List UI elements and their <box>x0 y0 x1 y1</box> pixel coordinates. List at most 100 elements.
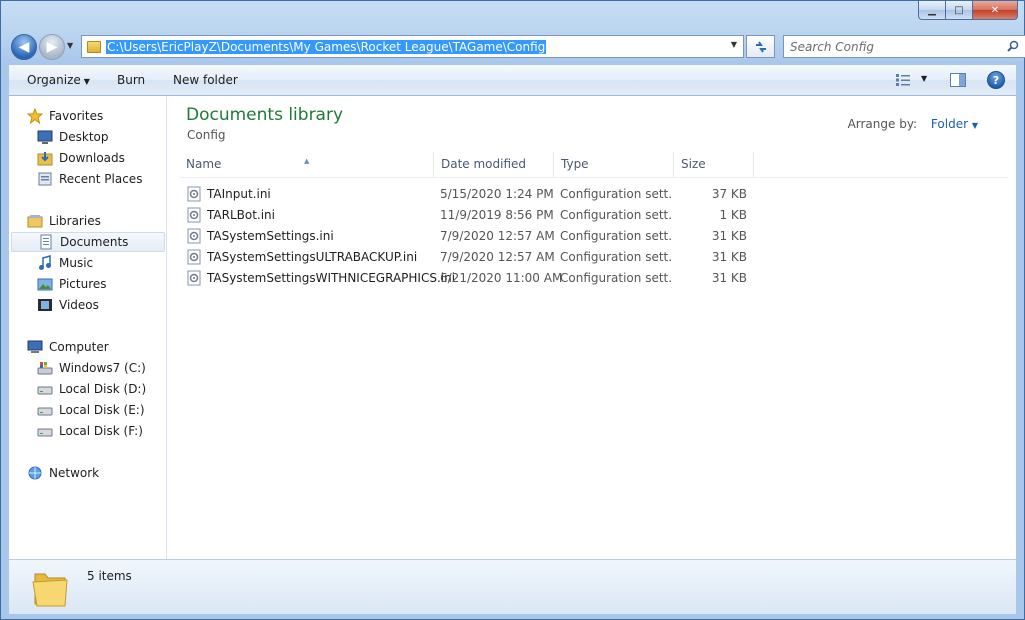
arrange-by-dropdown[interactable]: Folder ▼ <box>931 117 978 131</box>
help-button[interactable]: ? <box>987 71 1005 89</box>
address-dropdown-icon[interactable]: ▼ <box>731 40 737 49</box>
file-list-pane: Documents library Config Arrange by: Fol… <box>168 96 1016 559</box>
file-row[interactable]: TASystemSettings.ini 7/9/2020 12:57 AM Con… <box>179 225 1008 246</box>
file-date: 7/9/2020 12:57 AM <box>440 228 555 243</box>
view-options-dropdown[interactable]: ▼ <box>921 74 927 83</box>
forward-button[interactable]: ▶ <box>39 34 65 60</box>
caption-buttons: ▁ □ ✕ <box>918 1 1018 20</box>
file-size: 37 KB <box>711 186 747 201</box>
music-icon <box>37 255 53 271</box>
sidebar-item-network[interactable]: Network <box>27 463 99 483</box>
sidebar-item-desktop[interactable]: Desktop <box>37 127 109 147</box>
library-subtitle: Config <box>187 128 226 142</box>
sidebar-item-libraries[interactable]: Libraries <box>27 211 101 231</box>
sidebar-item-favorites[interactable]: Favorites <box>27 106 103 126</box>
sidebar-item-label: Music <box>59 256 94 270</box>
sidebar-item-local-disk-e[interactable]: Local Disk (E:) <box>37 400 145 420</box>
desktop-icon <box>37 129 53 145</box>
navigation-pane: Favorites Desktop Downloads Recent Places Li… <box>9 96 167 559</box>
column-header-size[interactable]: Size <box>674 152 754 178</box>
navigation-bar: ◀ ▶ ▼ C:\Users\EricPlayZ\Documents\My Ga… <box>9 32 1025 62</box>
recent-pages-dropdown[interactable]: ▼ <box>67 41 73 50</box>
sidebar-item-label: Network <box>49 466 100 480</box>
file-name-cell: TARLBot.ini <box>186 207 275 223</box>
minimize-button[interactable]: ▁ <box>918 1 945 20</box>
drive-icon <box>37 423 53 439</box>
file-name: TASystemSettingsWITHNICEGRAPHICS.ini <box>207 270 456 285</box>
sidebar-item-label: Pictures <box>59 277 107 291</box>
sidebar-item-documents[interactable]: Documents <box>11 232 165 252</box>
column-header-row: Name ▲ Date modified Type Size <box>179 152 1008 178</box>
sidebar-item-label: Libraries <box>49 214 101 228</box>
sidebar-item-label: Desktop <box>59 130 109 144</box>
downloads-icon <box>37 150 53 166</box>
file-date: 5/15/2020 1:24 PM <box>440 186 554 201</box>
file-row[interactable]: TARLBot.ini 11/9/2019 8:56 PM Configuratio… <box>179 204 1008 225</box>
sort-ascending-icon: ▲ <box>304 157 310 165</box>
sidebar-item-recent-places[interactable]: Recent Places <box>37 169 142 189</box>
file-size: 31 KB <box>711 249 747 264</box>
details-pane: 5 items <box>9 559 1016 614</box>
videos-icon <box>37 297 53 313</box>
recent-places-icon <box>37 171 53 187</box>
star-icon <box>27 108 43 124</box>
file-name: TASystemSettingsULTRABACKUP.ini <box>207 249 418 264</box>
arrange-label: Arrange by: <box>847 117 918 131</box>
sidebar-item-label: Local Disk (E:) <box>59 403 145 417</box>
refresh-icon <box>755 40 766 53</box>
organize-label: Organize <box>27 73 81 87</box>
file-name-cell: TASystemSettingsULTRABACKUP.ini <box>186 249 417 265</box>
sidebar-item-label: Downloads <box>59 151 125 165</box>
computer-icon <box>27 339 43 355</box>
refresh-button[interactable] <box>746 35 775 58</box>
new-folder-button[interactable]: New folder <box>173 73 238 87</box>
sidebar-item-music[interactable]: Music <box>37 253 93 273</box>
address-path[interactable]: C:\Users\EricPlayZ\Documents\My Games\Ro… <box>106 39 547 54</box>
file-date: 7/9/2020 12:57 AM <box>440 249 555 264</box>
sidebar-item-local-disk-d[interactable]: Local Disk (D:) <box>37 379 146 399</box>
change-view-icon[interactable] <box>895 73 911 87</box>
chevron-down-icon: ▼ <box>83 77 90 86</box>
sidebar-item-windows7-c[interactable]: Windows7 (C:) <box>37 358 146 378</box>
network-icon <box>27 465 43 481</box>
file-name-cell: TAInput.ini <box>186 186 271 202</box>
address-bar[interactable]: C:\Users\EricPlayZ\Documents\My Games\Ro… <box>81 35 744 58</box>
library-title: Documents library <box>186 105 344 125</box>
close-button[interactable]: ✕ <box>972 1 1018 20</box>
sidebar-item-local-disk-f[interactable]: Local Disk (F:) <box>37 421 143 441</box>
column-header-date[interactable]: Date modified <box>434 152 554 178</box>
settings-file-icon <box>187 270 201 285</box>
file-date: 6/21/2020 11:00 AM <box>440 270 563 285</box>
explorer-window: ▁ □ ✕ ◀ ▶ ▼ C:\Users\EricPlayZ\Documents… <box>0 0 1025 620</box>
folder-icon <box>32 573 68 607</box>
file-size: 31 KB <box>711 228 747 243</box>
file-row[interactable]: TASystemSettingsULTRABACKUP.ini 7/9/2020 … <box>179 246 1008 267</box>
search-box[interactable] <box>783 35 1025 58</box>
item-count: 5 items <box>87 569 132 583</box>
file-size: 1 KB <box>719 207 747 222</box>
file-type: Configuration sett... <box>560 228 672 243</box>
file-name-cell: TASystemSettingsWITHNICEGRAPHICS.ini <box>186 270 455 286</box>
sidebar-item-label: Local Disk (D:) <box>59 382 147 396</box>
system-drive-icon <box>37 360 53 376</box>
file-row[interactable]: TASystemSettingsWITHNICEGRAPHICS.ini 6/21… <box>179 267 1008 288</box>
sidebar-item-pictures[interactable]: Pictures <box>37 274 107 294</box>
documents-icon <box>38 234 54 250</box>
back-button[interactable]: ◀ <box>11 34 37 60</box>
sidebar-item-label: Favorites <box>49 109 104 123</box>
sidebar-item-computer[interactable]: Computer <box>27 337 109 357</box>
file-date: 11/9/2019 8:56 PM <box>440 207 554 222</box>
organize-button[interactable]: Organize ▼ <box>27 73 90 87</box>
sidebar-item-label: Local Disk (F:) <box>59 424 143 438</box>
column-header-name[interactable]: Name ▲ <box>179 152 434 178</box>
burn-button[interactable]: Burn <box>117 73 145 87</box>
maximize-button[interactable]: □ <box>945 1 972 20</box>
column-header-type[interactable]: Type <box>554 152 674 178</box>
file-row[interactable]: TAInput.ini 5/15/2020 1:24 PM Configuratio… <box>179 183 1008 204</box>
sidebar-item-downloads[interactable]: Downloads <box>37 148 125 168</box>
search-input[interactable] <box>784 36 994 57</box>
sidebar-item-videos[interactable]: Videos <box>37 295 99 315</box>
search-icon[interactable] <box>1007 40 1019 52</box>
settings-file-icon <box>187 186 201 201</box>
preview-pane-icon[interactable] <box>950 73 966 87</box>
